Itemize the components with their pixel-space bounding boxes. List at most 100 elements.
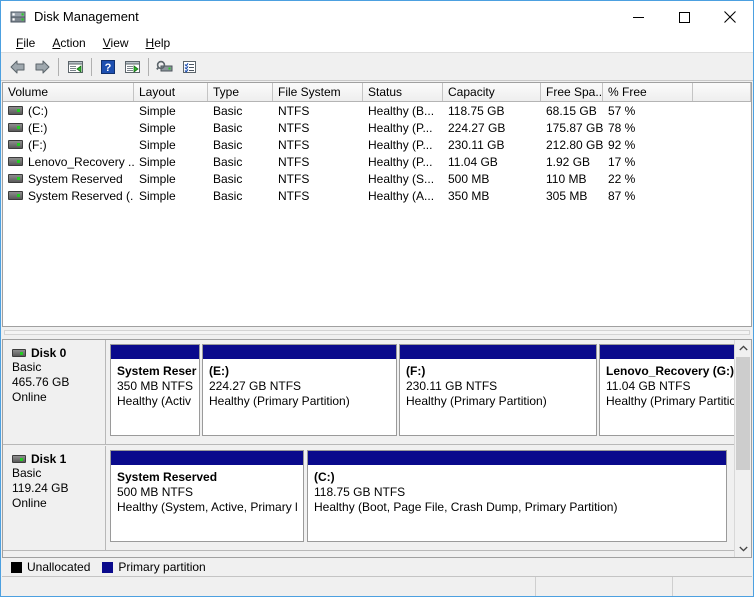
cell-volume: (F:): [3, 137, 134, 153]
legend-item: Unallocated: [11, 560, 90, 574]
console-tree-icon[interactable]: [120, 56, 144, 79]
column-header-type[interactable]: Type: [208, 83, 273, 101]
partition-block[interactable]: (E:) 224.27 GB NTFS Healthy (Primary Parti…: [202, 344, 397, 436]
partition-title: System Reser: [117, 364, 197, 378]
volume-drive-icon: [8, 157, 23, 166]
column-header-blank[interactable]: [693, 83, 751, 101]
partition-block[interactable]: System Reserved 500 MB NTFS Healthy (Syste…: [110, 450, 304, 542]
maximize-button[interactable]: [661, 1, 707, 33]
partition-title: (C:): [314, 470, 335, 484]
legend-label: Unallocated: [27, 560, 91, 574]
pane-splitter[interactable]: [2, 328, 752, 339]
forward-button[interactable]: [30, 56, 54, 79]
cell-capacity: 230.11 GB: [448, 137, 505, 152]
disk-type: Basic: [12, 360, 42, 374]
partition-status: Healthy (System, Active, Primary l: [117, 500, 298, 514]
status-bar-cell-0: [2, 577, 536, 596]
table-row[interactable]: (C:) Simple Basic NTFS Healthy (B... 118.75 G…: [3, 102, 751, 119]
table-row[interactable]: Lenovo_Recovery ... Simple Basic NTFS Health…: [3, 153, 751, 170]
partition-title: Lenovo_Recovery (G:): [606, 364, 735, 378]
cell-layout: Simple: [139, 188, 176, 203]
splitter-grip: [4, 330, 750, 335]
partition-details: (F:) 230.11 GB NTFS Healthy (Primary Parti…: [400, 360, 596, 409]
back-button[interactable]: [6, 56, 30, 79]
cell-file-system: NTFS: [278, 171, 310, 186]
minimize-button[interactable]: [615, 1, 661, 33]
disk-row-1[interactable]: Disk 1 Basic 119.24 GB Online System Reserve…: [3, 446, 734, 551]
scrollbar-thumb[interactable]: [736, 357, 750, 470]
partition-status: Healthy (Activ: [117, 394, 192, 408]
chevron-down-icon[interactable]: [735, 540, 751, 557]
cell-free-space: 1.92 GB: [546, 154, 591, 169]
column-header-layout[interactable]: Layout: [134, 83, 208, 101]
column-header-volume[interactable]: Volume: [3, 83, 134, 101]
question-mark-icon[interactable]: ?: [96, 56, 120, 79]
table-row[interactable]: (F:) Simple Basic NTFS Healthy (P... 230.11 G…: [3, 136, 751, 153]
column-header-file-system[interactable]: File System: [273, 83, 363, 101]
partition-block[interactable]: System Reser 350 MB NTFS Healthy (Activ: [110, 344, 200, 436]
toolbar: ?: [1, 54, 753, 81]
table-row[interactable]: System Reserved Simple Basic NTFS Healthy (S…: [3, 170, 751, 187]
column-header-free[interactable]: % Free: [603, 83, 693, 101]
partition-details: (E:) 224.27 GB NTFS Healthy (Primary Parti…: [203, 360, 396, 409]
toolbar-separator: [58, 58, 59, 76]
partition-color-bar: [400, 345, 596, 360]
chevron-up-icon[interactable]: [735, 340, 751, 357]
partition-size-fs: 224.27 GB NTFS: [209, 379, 302, 393]
column-header-status[interactable]: Status: [363, 83, 443, 101]
disk-row-0[interactable]: Disk 0 Basic 465.76 GB Online System Reser 35…: [3, 340, 749, 445]
graphical-disk-view[interactable]: Disk 0 Basic 465.76 GB Online System Reser 35…: [2, 339, 752, 558]
cell-free-space: 110 MB: [546, 171, 587, 186]
partition-size-fs: 500 MB NTFS: [117, 485, 194, 499]
disk-name: Disk 1: [12, 452, 105, 466]
title-bar: Disk Management: [1, 1, 753, 33]
partition-legend: Unallocated Primary partition: [2, 558, 752, 576]
table-row[interactable]: System Reserved (... Simple Basic NTFS Healt…: [3, 187, 751, 204]
menu-item-view[interactable]: View: [95, 34, 138, 52]
disk-info-panel[interactable]: Disk 1 Basic 119.24 GB Online: [3, 446, 106, 550]
partition-color-bar: [111, 345, 199, 360]
table-row[interactable]: (E:) Simple Basic NTFS Healthy (P... 224.27 G…: [3, 119, 751, 136]
partition-area: System Reser 350 MB NTFS Healthy (Activ (E:…: [107, 340, 749, 444]
disk-view-scrollbar[interactable]: [734, 340, 751, 557]
partition-block[interactable]: Lenovo_Recovery (G:) 11.04 GB NTFS Healthy…: [599, 344, 749, 436]
disk-info-panel[interactable]: Disk 0 Basic 465.76 GB Online: [3, 340, 106, 444]
partition-block[interactable]: (F:) 230.11 GB NTFS Healthy (Primary Parti…: [399, 344, 597, 436]
rescan-disks-icon[interactable]: [153, 56, 177, 79]
volume-list-header: Volume Layout Type File System Status Capacit…: [3, 83, 751, 102]
legend-swatch: [11, 561, 22, 573]
partition-block[interactable]: (C:) 118.75 GB NTFS Healthy (Boot, Page Fi…: [307, 450, 727, 542]
status-bar: [2, 576, 752, 596]
volume-drive-icon: [8, 123, 23, 132]
column-header-capacity[interactable]: Capacity: [443, 83, 541, 101]
partition-color-bar: [600, 345, 748, 360]
menu-item-file[interactable]: File: [8, 34, 44, 52]
window-controls: [615, 1, 753, 33]
partition-status: Healthy (Primary Partition): [406, 394, 547, 408]
partition-details: Lenovo_Recovery (G:) 11.04 GB NTFS Healthy…: [600, 360, 748, 409]
partition-color-bar: [111, 451, 303, 466]
legend-swatch: [102, 561, 114, 573]
up-folder-icon[interactable]: [63, 56, 87, 79]
disk-name: Disk 0: [12, 346, 105, 360]
menu-item-action[interactable]: Action: [44, 34, 94, 52]
volume-list[interactable]: Volume Layout Type File System Status Capacit…: [2, 82, 752, 327]
close-button[interactable]: [707, 1, 753, 33]
cell-percent-free: 22 %: [608, 171, 636, 186]
disk-drive-icon: [12, 455, 26, 463]
cell-volume: (E:): [3, 120, 134, 136]
cell-capacity: 350 MB: [448, 188, 490, 203]
cell-layout: Simple: [139, 120, 176, 135]
volume-drive-icon: [8, 191, 23, 200]
partition-size-fs: 11.04 GB NTFS: [606, 379, 691, 393]
menu-item-help[interactable]: Help: [138, 34, 180, 52]
properties-icon[interactable]: [177, 56, 201, 79]
column-header-free-spa[interactable]: Free Spa...: [541, 83, 603, 101]
partition-color-bar: [203, 345, 396, 360]
partition-status: Healthy (Boot, Page File, Crash Dump, Pr…: [314, 500, 618, 514]
disk-management-window: Disk Management File Action View Help ? …: [0, 0, 754, 597]
cell-percent-free: 78 %: [608, 120, 636, 135]
partition-status: Healthy (Primary Partition: [606, 394, 743, 408]
cell-layout: Simple: [139, 137, 176, 152]
cell-percent-free: 17 %: [608, 154, 636, 169]
